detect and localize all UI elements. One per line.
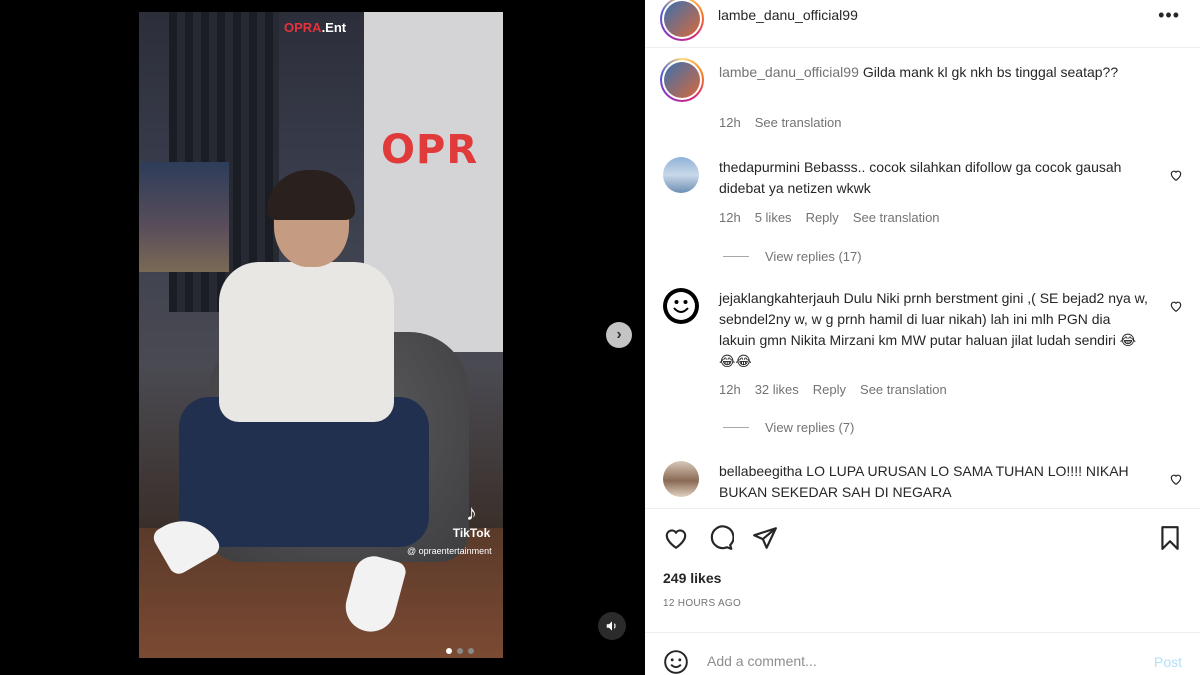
caption-username[interactable]: lambe_danu_official99 [719, 64, 859, 80]
post-actions [645, 508, 1200, 568]
smiley-icon[interactable] [663, 649, 689, 675]
comment-likes[interactable]: 32 likes [755, 382, 799, 397]
commenter-avatar[interactable] [663, 288, 699, 324]
audio-toggle-button[interactable] [598, 612, 626, 640]
post-comment-button[interactable]: Post [1154, 654, 1182, 670]
comment-input[interactable] [707, 653, 1127, 669]
more-horizontal-icon: ••• [1158, 5, 1180, 25]
carousel-dot [457, 648, 463, 654]
comment-username[interactable]: bellabeegitha [719, 463, 802, 479]
watermark-prefix: OPRA [284, 20, 322, 35]
post-panel: lambe_danu_official99 ••• lambe_danu_off… [645, 0, 1200, 675]
carousel-dot [468, 648, 474, 654]
bookmark-icon[interactable] [1157, 525, 1183, 551]
see-translation-link[interactable]: See translation [853, 210, 940, 225]
comment-time: 12h [719, 210, 741, 225]
post-timestamp: 12 HOURS AGO [663, 598, 742, 609]
tiktok-label: TikTok [452, 526, 491, 540]
post-video[interactable]: OPR OPRA.Ent ♪ TikTok @ opraentertainmen… [139, 12, 503, 658]
view-replies-button[interactable]: View replies (17) [723, 249, 862, 264]
comment-likes[interactable]: 5 likes [755, 210, 792, 225]
heart-icon[interactable] [1169, 472, 1183, 486]
video-watermark: OPRA.Ent [284, 20, 346, 35]
caption-text: Gilda mank kl gk nkh bs tinggal seatap?? [862, 64, 1119, 80]
caption-body: lambe_danu_official99 Gilda mank kl gk nk… [719, 62, 1149, 83]
view-replies-label: View replies (7) [765, 420, 855, 435]
media-pane: OPR OPRA.Ent ♪ TikTok @ opraentertainmen… [0, 0, 645, 675]
next-slide-button[interactable]: › [606, 322, 632, 348]
author-username[interactable]: lambe_danu_official99 [718, 7, 858, 23]
see-translation-link[interactable]: See translation [755, 115, 842, 130]
tiktok-watermark: ♪ TikTok [444, 500, 499, 540]
avatar-image [664, 62, 700, 98]
more-options-button[interactable]: ••• [1158, 5, 1180, 26]
commenter-avatar[interactable] [663, 461, 699, 497]
comment-body: bellabeegitha LO LUPA URUSAN LO SAMA TUHA… [719, 461, 1149, 503]
avatar-ring [662, 60, 702, 100]
post-header: lambe_danu_official99 ••• [645, 0, 1200, 48]
chevron-right-icon: › [616, 326, 622, 343]
comment-username[interactable]: jejaklangkahterjauh [719, 290, 840, 306]
comments-list[interactable]: lambe_danu_official99 Gilda mank kl gk nk… [645, 52, 1200, 507]
tiktok-logo-icon: ♪ [466, 500, 477, 525]
replies-line [723, 256, 749, 257]
comment-time: 12h [719, 382, 741, 397]
caption-time: 12h [719, 115, 741, 130]
carousel-dot-active [446, 648, 452, 654]
heart-icon[interactable] [1169, 299, 1183, 313]
comment-username[interactable]: thedapurmini [719, 159, 800, 175]
likes-count[interactable]: 249 likes [663, 570, 721, 586]
avatar-image [664, 0, 700, 37]
view-replies-button[interactable]: View replies (7) [723, 420, 854, 435]
comment-composer: Post [645, 632, 1200, 675]
comment-meta: 12h 32 likes Reply See translation [719, 382, 947, 397]
tiktok-handle: @ opraentertainment [407, 546, 492, 556]
comment-body: jejaklangkahterjauh Dulu Niki prnh berstm… [719, 288, 1149, 372]
heart-icon[interactable] [1169, 168, 1183, 182]
caption-meta: 12h See translation [719, 115, 841, 130]
person-shirt [219, 262, 394, 422]
avatar-ring [662, 0, 702, 39]
commenter-avatar[interactable] [663, 157, 699, 193]
view-replies-label: View replies (17) [765, 249, 862, 264]
watermark-suffix: .Ent [321, 20, 347, 35]
reply-button[interactable]: Reply [806, 210, 839, 225]
studio-sign: OPR [381, 127, 479, 173]
replies-line [723, 427, 749, 428]
comment-body: thedapurmini Bebasss.. cocok silahkan dif… [719, 157, 1149, 199]
smiley-icon [667, 292, 695, 320]
heart-icon[interactable] [663, 525, 689, 551]
comment-bubble-icon[interactable] [708, 525, 734, 551]
speaker-icon [606, 621, 616, 631]
paper-plane-icon[interactable] [752, 525, 778, 551]
comment-meta: 12h 5 likes Reply See translation [719, 210, 940, 225]
background-window [139, 162, 229, 272]
caption-avatar[interactable] [660, 58, 704, 102]
person-hair [267, 170, 355, 220]
carousel-dots [446, 648, 474, 654]
reply-button[interactable]: Reply [813, 382, 846, 397]
see-translation-link[interactable]: See translation [860, 382, 947, 397]
author-avatar[interactable] [660, 0, 704, 41]
